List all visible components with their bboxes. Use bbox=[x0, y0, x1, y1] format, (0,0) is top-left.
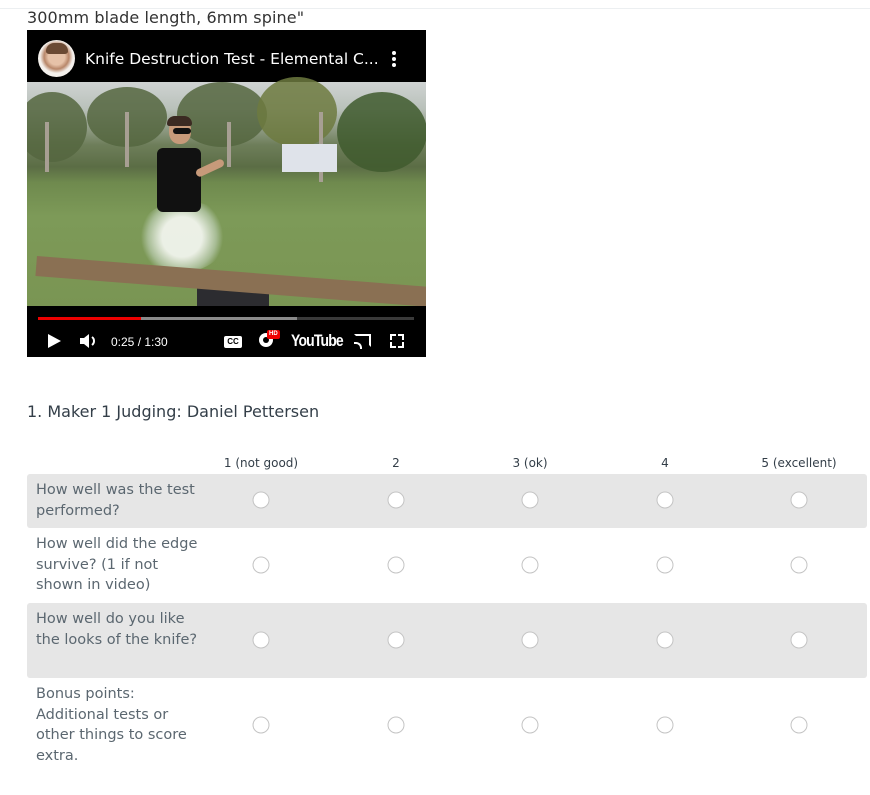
radio-row2-col1[interactable] bbox=[252, 556, 270, 574]
radio-row4-col4[interactable] bbox=[656, 716, 674, 734]
video-frame[interactable] bbox=[27, 77, 426, 308]
radio-row4-col1[interactable] bbox=[252, 716, 270, 734]
progress-bar[interactable] bbox=[38, 317, 414, 320]
cast-icon[interactable] bbox=[354, 334, 371, 349]
radio-row4-col3[interactable] bbox=[521, 716, 539, 734]
column-header: 2 bbox=[392, 456, 400, 470]
radio-row1-col2[interactable] bbox=[387, 491, 405, 509]
time-display: 0:25 / 1:30 bbox=[111, 335, 168, 349]
volume-icon[interactable] bbox=[79, 333, 99, 349]
matrix-row: Bonus points: Additional tests or other … bbox=[27, 678, 867, 773]
radio-row2-col3[interactable] bbox=[521, 556, 539, 574]
radio-row2-col4[interactable] bbox=[656, 556, 674, 574]
radio-row3-col4[interactable] bbox=[656, 631, 674, 649]
more-options-icon[interactable] bbox=[392, 51, 396, 69]
hd-badge: HD bbox=[267, 330, 280, 339]
matrix-row: How well do you like the looks of the kn… bbox=[27, 603, 867, 678]
column-header: 4 bbox=[661, 456, 669, 470]
column-header: 5 (excellent) bbox=[761, 456, 837, 470]
column-header: 1 (not good) bbox=[223, 456, 299, 470]
matrix-row: How well did the edge survive? (1 if not… bbox=[27, 528, 867, 603]
radio-row3-col3[interactable] bbox=[521, 631, 539, 649]
channel-avatar[interactable] bbox=[38, 40, 75, 77]
radio-row2-col5[interactable] bbox=[790, 556, 808, 574]
radio-row1-col5[interactable] bbox=[790, 491, 808, 509]
radio-row3-col1[interactable] bbox=[252, 631, 270, 649]
video-controls: 0:25 / 1:30 CC HD YouTube bbox=[27, 306, 426, 357]
captions-icon[interactable]: CC bbox=[224, 336, 242, 348]
background-shed bbox=[282, 144, 337, 172]
person-figure bbox=[155, 116, 226, 238]
matrix-header: 1 (not good) 2 3 (ok) 4 5 (excellent) bbox=[27, 454, 867, 474]
intro-text: 300mm blade length, 6mm spine" bbox=[27, 8, 305, 27]
radio-row4-col5[interactable] bbox=[790, 716, 808, 734]
row-label: How well did the edge survive? (1 if not… bbox=[36, 536, 198, 593]
video-header: Knife Destruction Test - Elemental C... bbox=[27, 30, 426, 82]
radio-row2-col2[interactable] bbox=[387, 556, 405, 574]
row-label: How well was the test performed? bbox=[36, 482, 195, 519]
question-title: 1. Maker 1 Judging: Daniel Pettersen bbox=[27, 402, 320, 421]
matrix-row: How well was the test performed? bbox=[27, 474, 867, 528]
played-bar bbox=[38, 317, 142, 320]
rating-matrix: 1 (not good) 2 3 (ok) 4 5 (excellent) Ho… bbox=[27, 454, 867, 773]
column-header: 3 (ok) bbox=[512, 456, 548, 470]
radio-row1-col1[interactable] bbox=[252, 491, 270, 509]
radio-row1-col3[interactable] bbox=[521, 491, 539, 509]
play-icon[interactable] bbox=[48, 334, 61, 348]
fullscreen-icon[interactable] bbox=[390, 334, 404, 348]
row-label: Bonus points: Additional tests or other … bbox=[36, 686, 187, 764]
radio-row3-col2[interactable] bbox=[387, 631, 405, 649]
video-player[interactable]: Knife Destruction Test - Elemental C... bbox=[27, 30, 426, 357]
row-label: How well do you like the looks of the kn… bbox=[36, 611, 198, 648]
youtube-logo[interactable]: YouTube bbox=[291, 331, 344, 351]
radio-row1-col4[interactable] bbox=[656, 491, 674, 509]
radio-row3-col5[interactable] bbox=[790, 631, 808, 649]
video-title[interactable]: Knife Destruction Test - Elemental C... bbox=[85, 50, 379, 68]
radio-row4-col2[interactable] bbox=[387, 716, 405, 734]
